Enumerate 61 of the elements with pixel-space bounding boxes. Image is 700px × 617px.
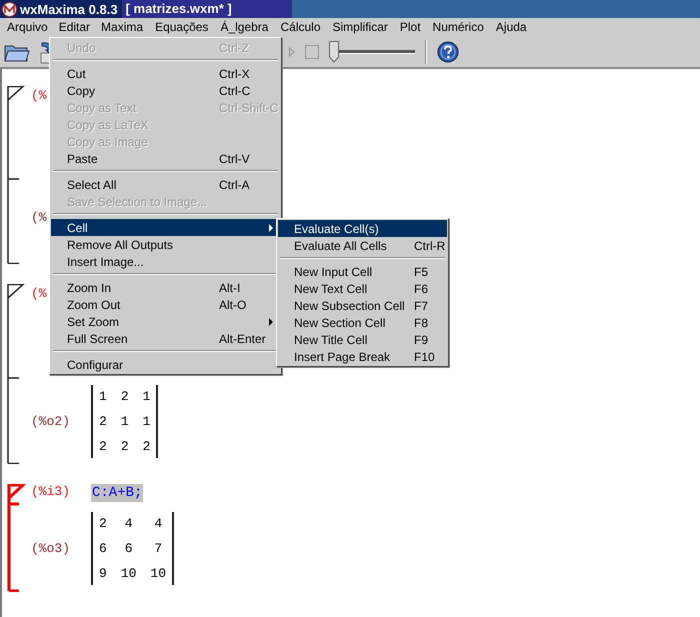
output-label: (%o3) [31,540,72,556]
matrix-entry: 2 [99,414,107,428]
menu-item[interactable]: Evaluate All Cells Ctrl-R [278,237,447,254]
menu-item[interactable]: Select All Ctrl-A [51,176,280,193]
menu-item[interactable]: Full Screen Alt-Enter [51,330,280,347]
document-title: [ matrizes.wxm* ] [122,0,292,18]
matrix-entry: 2 [120,438,129,454]
matrix-entry: 4 [153,516,164,530]
output-label: (% [31,210,48,225]
matrix-entry: 6 [99,540,107,556]
menu-item[interactable]: Cut Ctrl-X [51,65,280,82]
matrix-entry: 2 [99,516,107,530]
output-label: (%o2) [31,414,72,428]
matrix-entry: 1 [99,388,107,404]
menu-title[interactable]: Á_lgebra [214,18,274,37]
menu-title[interactable]: Numérico [426,18,490,37]
menu-item[interactable]: New Section Cell F8 [278,314,447,331]
matrix-entry: 7 [153,540,164,556]
animation-checkbox[interactable] [305,45,319,59]
matrix-entry: 6 [124,540,134,556]
submenu-arrow-icon [269,318,274,326]
matrix-entry: 2 [142,438,150,454]
menu-item[interactable]: Evaluate Cell(s) [278,220,447,237]
menu-title[interactable]: Editar [54,19,96,36]
slider-thumb[interactable] [329,41,339,63]
menu-title[interactable]: Equações [149,18,214,37]
matrix-entry: 1 [142,388,150,404]
menu-title[interactable]: Cálculo [274,18,327,37]
menu-title[interactable]: Plot [394,18,427,37]
app-logo-icon [2,2,17,16]
menu-item[interactable]: Zoom Out Alt-O [51,296,280,313]
menu-item[interactable]: Copy Ctrl-C [51,82,280,99]
matrix-entry: 4 [124,516,134,530]
matrix-entry: 10 [120,566,136,580]
matrix-entry: 2 [99,438,107,454]
menu-item[interactable]: Insert Page Break F10 [278,348,447,365]
matrix-entry: 10 [150,566,166,580]
menu-item[interactable]: Paste Ctrl-V [51,150,280,167]
window-title: wxMaxima 0.8.3 [20,2,118,16]
input-label: (%i3) [31,484,72,499]
menu-item[interactable]: Remove All Outputs [51,236,280,253]
matrix-entry: 1 [142,414,150,428]
help-icon[interactable] [437,41,459,63]
submenu-arrow-icon [269,224,274,232]
animation-slider[interactable] [329,40,415,64]
matrix-entry: 9 [99,566,107,580]
input-code[interactable]: C:A+B; [91,484,144,502]
menu-item[interactable]: New Title Cell F9 [278,331,447,348]
menu-item[interactable]: Zoom In Alt-I [51,279,280,296]
menu-title[interactable]: Maxima [95,18,150,37]
menu-item[interactable]: New Input Cell F5 [278,263,447,280]
menu-item[interactable]: New Text Cell F6 [278,280,447,297]
menu-item[interactable]: New Subsection Cell F7 [278,297,447,314]
menu-item[interactable]: Set Zoom [51,313,280,330]
matrix-entry: 1 [120,414,129,428]
menu-title[interactable]: Simplificar [326,18,394,37]
menu-item[interactable]: Insert Image... [51,253,280,270]
matrix-entry: 2 [120,388,129,404]
menu-title[interactable]: Arquivo [1,18,54,37]
menu-item[interactable]: Configurar [51,356,280,373]
menu-title[interactable]: Ajuda [490,18,533,37]
